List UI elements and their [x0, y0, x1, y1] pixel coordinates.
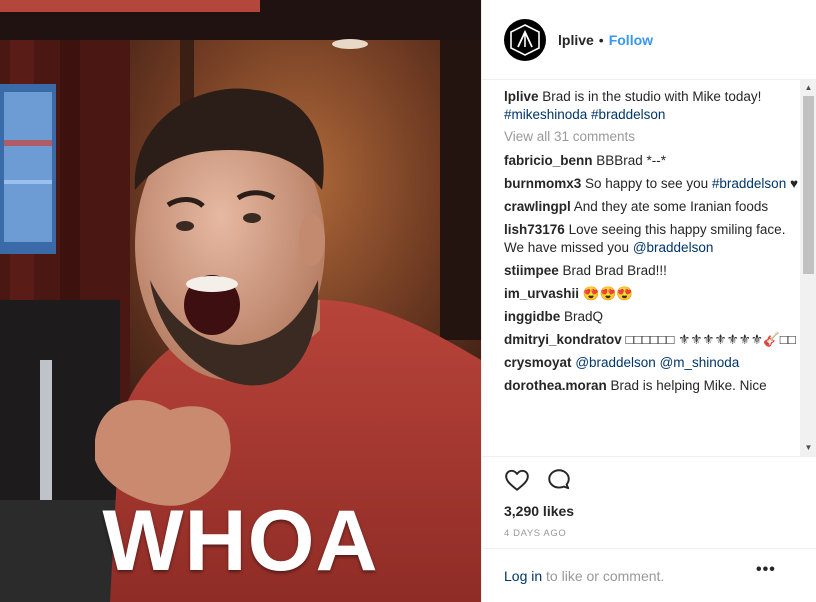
- login-link[interactable]: Log in: [504, 568, 542, 584]
- comment-text: Brad is helping Mike. Nice: [610, 378, 767, 393]
- scroll-up-arrow-icon[interactable]: ▲: [800, 82, 816, 94]
- comment-text: □□□□□□ ⚜⚜⚜⚜⚜⚜⚜🎸□□: [625, 332, 797, 347]
- post-timestamp: 4 DAYS AGO: [504, 528, 567, 539]
- follow-button[interactable]: Follow: [609, 32, 653, 48]
- comment-username[interactable]: dorothea.moran: [504, 378, 607, 393]
- header-separator: •: [598, 31, 604, 48]
- comment-bubble-icon[interactable]: [546, 467, 572, 493]
- comment-username[interactable]: dmitryi_kondratov: [504, 332, 622, 347]
- comment-username[interactable]: stiimpee: [504, 263, 559, 278]
- comment-text: 😍😍😍: [582, 286, 634, 301]
- comment-item: dmitryi_kondratov □□□□□□ ⚜⚜⚜⚜⚜⚜⚜🎸□□: [504, 331, 800, 349]
- comment-item: inggidbe BradQ: [504, 308, 800, 326]
- login-prompt-bar: Log in to like or comment. •••: [482, 548, 816, 602]
- comment-item: im_urvashii 😍😍😍: [504, 285, 800, 303]
- comment-text: Brad Brad Brad!!!: [562, 263, 667, 278]
- caption-text: Brad is in the studio with Mike today!: [542, 89, 762, 104]
- comment-item: stiimpee Brad Brad Brad!!!: [504, 262, 800, 280]
- comment-username[interactable]: crysmoyat: [504, 355, 572, 370]
- comment-item: fabricio_benn BBBrad *--*: [504, 152, 800, 170]
- comment-text: BradQ: [564, 309, 604, 324]
- post-actions: 3,290 likes 4 DAYS AGO: [482, 456, 816, 556]
- comment-item: dorothea.moran Brad is helping Mike. Nic…: [504, 377, 800, 395]
- more-options-icon[interactable]: •••: [756, 561, 776, 579]
- media-overlay-text: WHOA: [102, 493, 379, 589]
- scroll-down-arrow-icon[interactable]: ▼: [800, 442, 816, 454]
- linkin-park-logo-icon[interactable]: [504, 18, 546, 61]
- comment-text: BBBrad *--*: [596, 153, 667, 168]
- comment-username[interactable]: inggidbe: [504, 309, 560, 324]
- comment-username[interactable]: crawlingpl: [504, 199, 571, 214]
- caption: lplive Brad is in the studio with Mike t…: [504, 88, 800, 124]
- post-media[interactable]: WHOA: [0, 0, 481, 602]
- login-prompt: Log in to like or comment.: [504, 568, 664, 584]
- comments-list[interactable]: lplive Brad is in the studio with Mike t…: [504, 88, 800, 456]
- scrollbar-thumb[interactable]: [803, 96, 814, 274]
- comment-text: So happy to see you: [585, 176, 709, 191]
- post-header: lplive • Follow: [482, 0, 816, 80]
- comment-username[interactable]: fabricio_benn: [504, 153, 593, 168]
- login-prompt-text: to like or comment.: [542, 568, 665, 584]
- header-username[interactable]: lplive: [558, 32, 594, 48]
- caption-tags[interactable]: #mikeshinoda #braddelson: [504, 107, 665, 122]
- comment-tag[interactable]: @braddelson @m_shinoda: [575, 355, 739, 370]
- comments-scrollbar[interactable]: ▲ ▼: [800, 80, 816, 456]
- comment-username[interactable]: burnmomx3: [504, 176, 581, 191]
- heart-icon[interactable]: [504, 467, 530, 493]
- comment-tag[interactable]: @braddelson: [633, 240, 714, 255]
- comment-tag[interactable]: #braddelson: [712, 176, 786, 191]
- comment-item: crysmoyat @braddelson @m_shinoda: [504, 354, 800, 372]
- view-all-comments-link[interactable]: View all 31 comments: [504, 129, 800, 144]
- header-user-row: lplive • Follow: [558, 32, 653, 48]
- comment-username[interactable]: lish73176: [504, 222, 565, 237]
- comment-item: burnmomx3 So happy to see you #braddelso…: [504, 175, 800, 193]
- comment-text: And they ate some Iranian foods: [573, 199, 769, 214]
- comment-username[interactable]: im_urvashii: [504, 286, 579, 301]
- caption-username[interactable]: lplive: [504, 89, 539, 104]
- action-icons: [504, 467, 572, 493]
- likes-count[interactable]: 3,290 likes: [504, 503, 574, 519]
- comment-item: crawlingpl And they ate some Iranian foo…: [504, 198, 800, 216]
- post-side-panel: lplive • Follow lplive Brad is in the st…: [481, 0, 816, 602]
- heart-emoji-icon: ♥: [789, 176, 798, 191]
- comment-item: lish73176 Love seeing this happy smiling…: [504, 221, 800, 257]
- post-container: WHOA lplive • Follow lplive Brad is in t…: [0, 0, 816, 602]
